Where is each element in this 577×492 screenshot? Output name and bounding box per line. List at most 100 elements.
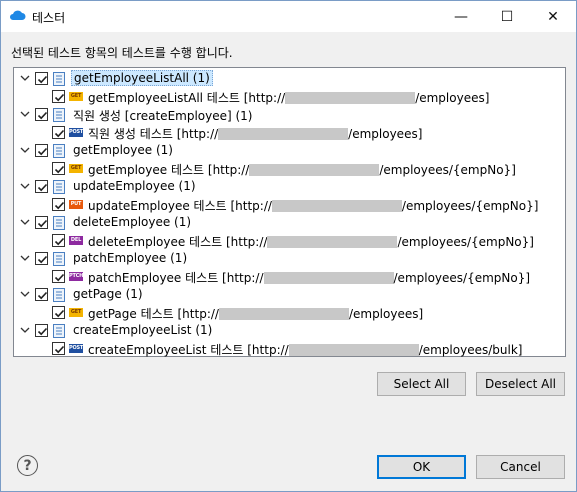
test-label-suffix: /employees/{empNo}] <box>393 270 531 285</box>
tree-group-row[interactable]: updateEmployee (1) <box>14 178 565 196</box>
ok-button[interactable]: OK <box>377 455 466 479</box>
group-label: createEmployeeList (1) <box>73 323 213 337</box>
http-method-icon: GET <box>69 308 83 317</box>
maximize-button[interactable]: ☐ <box>484 1 530 32</box>
chevron-down-icon[interactable] <box>19 108 31 120</box>
chevron-down-icon[interactable] <box>19 288 31 300</box>
test-suite-icon <box>53 324 65 338</box>
group-label: getEmployee (1) <box>73 143 173 157</box>
chevron-down-icon[interactable] <box>19 72 31 84</box>
tree-test-row[interactable]: GET getEmployee 테스트 [http:// /employees/{e… <box>14 160 565 178</box>
redacted-host <box>263 271 394 284</box>
tree-test-row[interactable]: PUT updateEmployee 테스트 [http:// /employees… <box>14 196 565 214</box>
tree-test-row[interactable]: POST createEmployeeList 테스트 [http:// /empl… <box>14 340 565 358</box>
group-checkbox[interactable] <box>35 144 48 157</box>
group-checkbox[interactable] <box>35 72 48 85</box>
tree-test-row[interactable]: GET getEmployeeListAll 테스트 [http:// /emplo… <box>14 88 565 106</box>
help-icon[interactable]: ? <box>17 455 38 476</box>
redacted-host <box>288 343 419 356</box>
group-checkbox[interactable] <box>35 288 48 301</box>
minimize-button[interactable]: — <box>438 1 484 32</box>
test-label-suffix: /employees/{empNo}] <box>379 162 516 177</box>
test-label-suffix: /employees/{empNo}] <box>397 234 534 249</box>
test-label-prefix: patchEmployee 테스트 [http:// <box>88 271 264 285</box>
test-checkbox[interactable] <box>52 198 65 211</box>
test-label: updateEmployee 테스트 [http:// /employees/{e… <box>88 197 538 214</box>
redacted-host <box>271 199 402 212</box>
instruction-text: 선택된 테스트 항목의 테스트를 수행 합니다. <box>11 46 233 60</box>
test-checkbox[interactable] <box>52 234 65 247</box>
select-all-button[interactable]: Select All <box>377 372 466 396</box>
tree-group-row[interactable]: deleteEmployee (1) <box>14 214 565 232</box>
group-checkbox[interactable] <box>35 324 48 337</box>
test-checkbox[interactable] <box>52 306 65 319</box>
tree-group-row[interactable]: patchEmployee (1) <box>14 250 565 268</box>
http-method-icon: GET <box>69 92 83 101</box>
test-suite-icon <box>53 252 65 266</box>
redacted-host <box>267 235 398 248</box>
test-suite-icon <box>53 288 65 302</box>
test-label: createEmployeeList 테스트 [http:// /employee… <box>88 341 522 358</box>
test-label-suffix: /employees/{empNo}] <box>401 198 539 213</box>
tree-group-row[interactable]: 직원 생성 [createEmployee] (1) <box>14 106 565 124</box>
test-label: patchEmployee 테스트 [http:// /employees/{em… <box>88 269 530 286</box>
http-method-icon: DEL <box>69 236 83 245</box>
cancel-label: Cancel <box>500 460 541 474</box>
redacted-host <box>218 307 349 320</box>
test-suite-icon <box>53 144 65 158</box>
deselect-all-label: Deselect All <box>485 377 556 391</box>
group-label: patchEmployee (1) <box>73 251 188 265</box>
tree-test-row[interactable]: DEL deleteEmployee 테스트 [http:// /employees… <box>14 232 565 250</box>
test-suite-icon <box>53 72 65 86</box>
deselect-all-button[interactable]: Deselect All <box>476 372 565 396</box>
group-checkbox[interactable] <box>35 216 48 229</box>
tree-group-row[interactable]: getEmployeeListAll (1) <box>14 70 565 88</box>
cancel-button[interactable]: Cancel <box>476 455 565 479</box>
group-label: deleteEmployee (1) <box>73 215 192 229</box>
test-label-suffix: /employees] <box>348 306 424 321</box>
window-title: 테스터 <box>32 11 66 25</box>
tree-test-row[interactable]: PTCH patchEmployee 테스트 [http:// /employees… <box>14 268 565 286</box>
group-checkbox[interactable] <box>35 108 48 121</box>
test-label-prefix: getPage 테스트 [http:// <box>88 307 219 321</box>
http-method-icon: GET <box>69 164 83 173</box>
tree-group-row[interactable]: getPage (1) <box>14 286 565 304</box>
chevron-down-icon[interactable] <box>19 324 31 336</box>
close-button[interactable]: ✕ <box>530 1 576 32</box>
test-label-prefix: updateEmployee 테스트 [http:// <box>88 199 272 213</box>
group-label: getEmployeeListAll (1) <box>71 70 213 86</box>
group-checkbox[interactable] <box>35 180 48 193</box>
tree-test-row[interactable]: GET getPage 테스트 [http:// /employees] <box>14 304 565 322</box>
test-label-prefix: 직원 생성 테스트 [http:// <box>88 127 219 141</box>
http-method-icon: PTCH <box>69 272 84 281</box>
test-label: getEmployeeListAll 테스트 [http:// /employee… <box>88 89 489 106</box>
chevron-down-icon[interactable] <box>19 144 31 156</box>
test-checkbox[interactable] <box>52 126 65 139</box>
ok-label: OK <box>412 460 431 474</box>
chevron-down-icon[interactable] <box>19 216 31 228</box>
test-tree[interactable]: getEmployeeListAll (1) GET getEmployeeList… <box>13 67 566 357</box>
http-method-icon: POST <box>69 344 84 353</box>
tree-group-row[interactable]: getEmployee (1) <box>14 142 565 160</box>
test-label-prefix: deleteEmployee 테스트 [http:// <box>88 235 268 249</box>
app-cloud-icon <box>10 10 26 20</box>
chevron-down-icon[interactable] <box>19 252 31 264</box>
tree-group-row[interactable]: createEmployeeList (1) <box>14 322 565 340</box>
test-checkbox[interactable] <box>52 342 65 355</box>
group-label: getPage (1) <box>73 287 143 301</box>
group-checkbox[interactable] <box>35 252 48 265</box>
test-label: getEmployee 테스트 [http:// /employees/{empN… <box>88 161 516 178</box>
title-bar: 테스터 — ☐ ✕ <box>1 1 576 32</box>
test-checkbox[interactable] <box>52 162 65 175</box>
tree-test-row[interactable]: POST 직원 생성 테스트 [http:// /employees] <box>14 124 565 142</box>
chevron-down-icon[interactable] <box>19 180 31 192</box>
test-suite-icon <box>53 108 65 122</box>
group-label: updateEmployee (1) <box>73 179 196 193</box>
redacted-host <box>218 127 349 140</box>
tester-dialog: 테스터 — ☐ ✕ 선택된 테스트 항목의 테스트를 수행 합니다. getEm… <box>0 0 577 492</box>
test-checkbox[interactable] <box>52 270 65 283</box>
redacted-host <box>285 91 416 104</box>
group-label: 직원 생성 [createEmployee] (1) <box>73 109 253 123</box>
test-checkbox[interactable] <box>52 90 65 103</box>
test-label-prefix: getEmployee 테스트 [http:// <box>88 163 250 177</box>
